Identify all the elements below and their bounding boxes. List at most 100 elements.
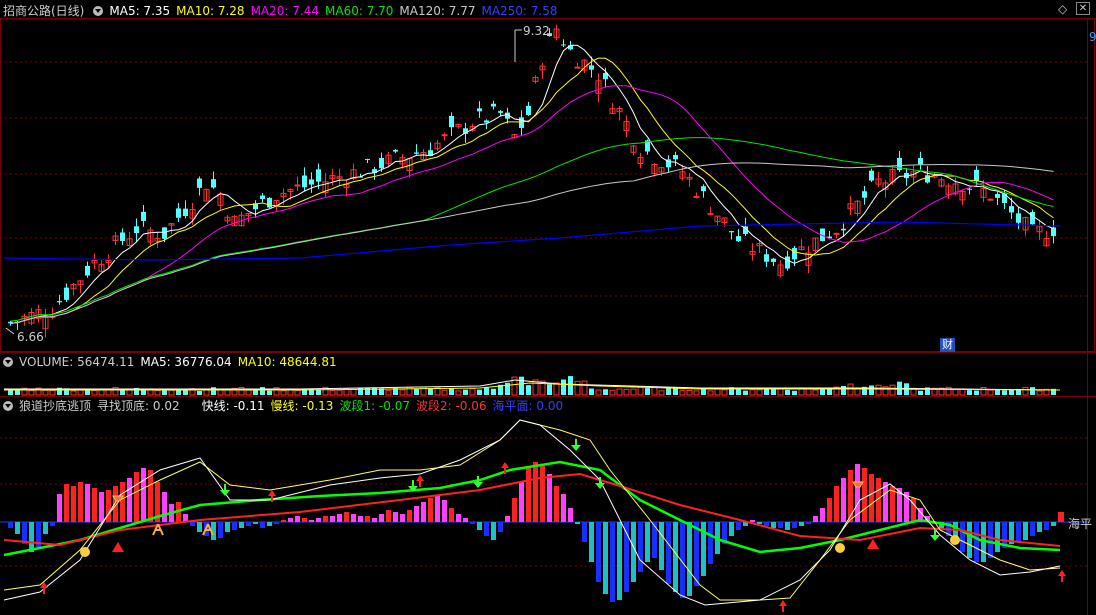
histogram-bar: [463, 518, 468, 522]
low-marker: [5, 327, 15, 335]
stock-title[interactable]: 招商公路(日线): [3, 4, 84, 18]
candle-body: [294, 184, 301, 187]
histogram-bar: [540, 466, 545, 522]
main-chart-header: 招商公路(日线) MA5: 7.35 MA10: 7.28 MA20: 7.44 MA6…: [0, 3, 564, 19]
volume-bar: [637, 386, 644, 396]
volume-bar: [526, 385, 531, 395]
indicator-header: 狼道抄底逃顶 寻找顶底: 0.02 快线: -0.11 慢线: -0.13 波段1: -…: [0, 398, 569, 414]
diamond-gem-icon: [852, 481, 864, 488]
volume-bar: [568, 376, 573, 395]
candle-body: [260, 195, 265, 200]
volume-bar: [581, 380, 588, 396]
volume-bar: [70, 390, 77, 396]
candle-body: [792, 248, 797, 260]
triangle-icon: [112, 542, 124, 552]
histogram-bar: [596, 522, 601, 582]
histogram-bar: [589, 522, 594, 562]
histogram-bar: [379, 514, 384, 522]
volume-bar: [91, 390, 98, 396]
histogram-bar: [316, 518, 321, 522]
volume-bar: [651, 386, 658, 396]
volume-bar: [168, 389, 175, 396]
main-panel-frame: [0, 18, 1095, 352]
volume-bar: [294, 390, 301, 396]
histogram-bar: [71, 486, 76, 522]
histogram-bar: [960, 522, 965, 552]
histogram-bar: [267, 522, 272, 526]
volume-bar: [792, 390, 797, 395]
diamond-icon[interactable]: ◇: [1058, 2, 1067, 16]
menu-dropdown-icon[interactable]: [93, 6, 104, 16]
histogram-bar: [575, 522, 580, 524]
volume-bar: [980, 387, 987, 396]
finance-badge[interactable]: 财: [940, 338, 955, 352]
histogram-bar: [666, 522, 671, 584]
volume-bar: [658, 390, 665, 396]
histogram-bar: [778, 522, 783, 528]
candle-body: [841, 228, 846, 231]
volume-bar: [385, 390, 392, 396]
histogram-bar: [225, 522, 230, 532]
low-price-label: 6.66: [17, 330, 44, 344]
candle-body: [85, 265, 90, 276]
slow-line-value: 慢线: -0.13: [270, 399, 334, 413]
histogram-bar: [323, 516, 328, 522]
candle-body: [589, 65, 594, 70]
money-bag-icon: [835, 543, 845, 553]
volume-bar: [491, 388, 496, 395]
histogram-bar: [1037, 522, 1042, 532]
histogram-bar: [771, 522, 776, 528]
volume-bar: [918, 390, 923, 395]
histogram-bar: [988, 522, 993, 558]
histogram-bar: [295, 516, 300, 522]
volume-bars: [8, 376, 1056, 396]
money-bag-icon: [950, 535, 960, 545]
volume-menu-icon[interactable]: [3, 357, 13, 367]
side-label: 9: [1089, 30, 1096, 44]
candle-body: [987, 198, 994, 201]
histogram-bar: [400, 514, 405, 522]
histogram-bar: [456, 514, 461, 522]
histogram-bar: [547, 474, 552, 522]
close-icon[interactable]: ✕: [1076, 2, 1090, 15]
volume-value: VOLUME: 56474.11: [19, 355, 135, 369]
volume-bar: [645, 388, 650, 395]
candle-body: [673, 154, 678, 160]
histogram-bar: [848, 470, 853, 522]
sell-arrow-icon: [930, 529, 940, 541]
candle-body: [974, 169, 979, 182]
fast-line-value: 快线: -0.11: [201, 399, 265, 413]
histogram-bar: [785, 522, 790, 530]
candle-body: [498, 111, 503, 113]
histogram-bar: [99, 492, 104, 522]
candle-body: [211, 179, 216, 188]
histogram-bar: [645, 522, 650, 562]
volume-bar: [820, 388, 825, 395]
histogram-bar: [127, 478, 132, 522]
sell-arrow-icon: [571, 439, 581, 451]
candle-body: [693, 195, 700, 198]
candle-body: [833, 232, 840, 235]
volume-bar: [771, 388, 776, 395]
candle-body: [526, 105, 531, 116]
volume-bar: [561, 379, 566, 395]
triangle-icon: [867, 539, 879, 549]
histogram-bar: [659, 522, 664, 570]
volume-bar: [28, 390, 35, 396]
histogram-bar: [750, 520, 755, 522]
sell-arrow-icon: [220, 484, 230, 496]
candle-body: [1009, 206, 1014, 213]
volume-bar: [693, 390, 700, 396]
ma120-line: [10, 162, 1054, 324]
candle-body: [925, 175, 930, 183]
histogram-bar: [351, 514, 356, 522]
volume-bar: [211, 387, 216, 395]
histogram-bar: [8, 522, 13, 528]
indicator-menu-icon[interactable]: [3, 401, 13, 411]
volume-bar: [686, 390, 693, 396]
volume-bar: [854, 388, 861, 396]
candle-body: [162, 227, 167, 239]
volume-bar: [847, 383, 854, 396]
volume-bar: [154, 390, 161, 396]
volume-bar: [589, 388, 594, 395]
